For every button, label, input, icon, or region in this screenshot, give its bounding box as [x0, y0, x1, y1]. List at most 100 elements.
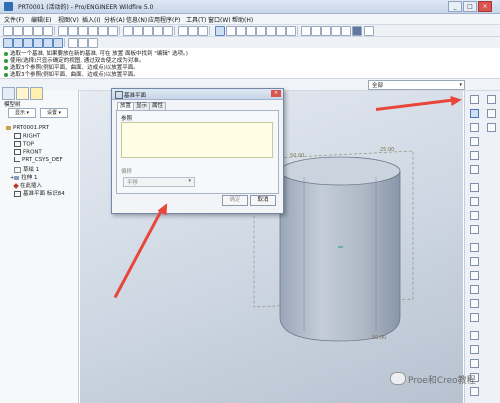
- shaded-icon[interactable]: [33, 38, 43, 48]
- datum-planes-toggle-icon[interactable]: [301, 26, 311, 36]
- translate-dropdown[interactable]: 平移 ▾: [123, 177, 195, 187]
- selection-filter-dropdown[interactable]: 全部 ▾: [368, 80, 465, 90]
- email-icon[interactable]: [43, 26, 53, 36]
- model-info-icon[interactable]: [88, 38, 98, 48]
- datum-points-toggle-icon[interactable]: [321, 26, 331, 36]
- curve-tool-icon[interactable]: [470, 137, 479, 146]
- print-icon[interactable]: [33, 26, 43, 36]
- relations-icon[interactable]: [178, 26, 188, 36]
- csys-tool-icon[interactable]: [487, 123, 496, 132]
- measure-icon[interactable]: [78, 38, 88, 48]
- tree-item-insert-here[interactable]: 在此插入: [13, 181, 42, 189]
- menu-help[interactable]: 帮助(H): [232, 15, 253, 24]
- extrude-tool-icon[interactable]: [470, 183, 479, 192]
- tree-item-right[interactable]: RIGHT: [14, 133, 40, 140]
- round-tool-icon[interactable]: [470, 299, 479, 308]
- enhanced-realism-icon[interactable]: [43, 38, 53, 48]
- cancel-button[interactable]: 取消: [250, 195, 276, 206]
- pattern-tool-icon[interactable]: [470, 345, 479, 354]
- tree-item-extrude[interactable]: + 拉伸 1: [10, 173, 37, 181]
- datum-point-tool-icon[interactable]: [487, 109, 496, 118]
- references-collector[interactable]: [121, 122, 273, 158]
- chamfer-tool-icon[interactable]: [470, 313, 479, 322]
- context-help-icon[interactable]: [364, 26, 374, 36]
- rib-tool-icon[interactable]: [470, 271, 479, 280]
- datum-plane-tool-icon[interactable]: [470, 95, 479, 104]
- hole-tool-icon[interactable]: [470, 243, 479, 252]
- paste-special-icon[interactable]: [108, 26, 118, 36]
- close-window-icon[interactable]: [163, 26, 173, 36]
- sweep-tool-icon[interactable]: [470, 211, 479, 220]
- select-icon[interactable]: [143, 26, 153, 36]
- layers-icon[interactable]: [276, 26, 286, 36]
- menu-tools[interactable]: 工具(T): [186, 15, 206, 24]
- tree-item-csys[interactable]: PRT_CSYS_DEF: [14, 157, 63, 163]
- menu-info[interactable]: 信息(N): [126, 15, 147, 24]
- redo-icon[interactable]: [68, 26, 78, 36]
- favorites-tab[interactable]: [30, 87, 43, 100]
- datum-axis-tool-icon[interactable]: [487, 95, 496, 104]
- tree-item-root[interactable]: PRT0001.PRT: [6, 125, 49, 131]
- shading-icon[interactable]: [352, 26, 362, 36]
- mirror-tool-icon[interactable]: [470, 331, 479, 340]
- tree-item-front[interactable]: FRONT: [14, 149, 42, 156]
- model-display-icon[interactable]: [53, 38, 63, 48]
- tree-item-sketch[interactable]: 草绘 1: [14, 165, 39, 173]
- analysis-tool-icon[interactable]: [470, 165, 479, 174]
- wireframe-icon[interactable]: [3, 38, 13, 48]
- shell-tool-icon[interactable]: [470, 257, 479, 266]
- new-icon[interactable]: [3, 26, 13, 36]
- menu-edit[interactable]: 编辑(E): [31, 15, 51, 24]
- line-tool-icon[interactable]: [470, 123, 479, 132]
- dialog-close-button[interactable]: ×: [271, 90, 281, 97]
- parameters-icon[interactable]: [188, 26, 198, 36]
- app-icon: [4, 2, 13, 11]
- regenerate-icon[interactable]: [123, 26, 133, 36]
- revolve-tool-icon[interactable]: [470, 197, 479, 206]
- merge-tool-icon[interactable]: [470, 359, 479, 368]
- find-icon[interactable]: [133, 26, 143, 36]
- open-icon[interactable]: [13, 26, 23, 36]
- show-dropdown[interactable]: 显示 ▾: [8, 108, 36, 118]
- menu-applications[interactable]: 应用程序(P): [148, 15, 180, 24]
- menu-view[interactable]: 视图(V): [58, 15, 79, 24]
- undo-icon[interactable]: [58, 26, 68, 36]
- reorient-icon[interactable]: [256, 26, 266, 36]
- folder-browser-tab[interactable]: [16, 87, 29, 100]
- draft-tool-icon[interactable]: [470, 285, 479, 294]
- tree-item-top[interactable]: TOP: [14, 141, 34, 148]
- menu-window[interactable]: 窗口(W): [208, 15, 231, 24]
- fit-icon[interactable]: [246, 26, 256, 36]
- ok-button[interactable]: 确定: [222, 195, 248, 206]
- offset-tool-icon[interactable]: [470, 387, 479, 396]
- point-tool-icon[interactable]: [470, 151, 479, 160]
- blend-tool-icon[interactable]: [470, 225, 479, 234]
- zoom-out-icon[interactable]: [236, 26, 246, 36]
- sketch-plane-icon[interactable]: [470, 109, 479, 118]
- menu-insert[interactable]: 插入(I): [82, 15, 100, 24]
- family-table-icon[interactable]: [198, 26, 208, 36]
- copy-icon[interactable]: [88, 26, 98, 36]
- tree-item-datum-plane[interactable]: 基准平面 标识84: [14, 189, 65, 197]
- menu-analysis[interactable]: 分析(A): [104, 15, 125, 24]
- model-tree-tab[interactable]: [2, 87, 15, 100]
- window-icon[interactable]: [153, 26, 163, 36]
- save-icon[interactable]: [23, 26, 33, 36]
- sketch-tool-icon[interactable]: [68, 38, 78, 48]
- csys-toggle-icon[interactable]: [331, 26, 341, 36]
- hidden-line-icon[interactable]: [13, 38, 23, 48]
- close-button[interactable]: ×: [478, 1, 492, 12]
- paste-icon[interactable]: [98, 26, 108, 36]
- repaint-icon[interactable]: [215, 26, 225, 36]
- maximize-button[interactable]: □: [463, 1, 477, 12]
- annotation-toggle-icon[interactable]: [341, 26, 351, 36]
- cut-icon[interactable]: [78, 26, 88, 36]
- menu-file[interactable]: 文件(F): [4, 15, 24, 24]
- settings-dropdown[interactable]: 设置 ▾: [40, 108, 68, 118]
- view-manager-icon[interactable]: [286, 26, 296, 36]
- minimize-button[interactable]: _: [448, 1, 462, 12]
- no-hidden-icon[interactable]: [23, 38, 33, 48]
- zoom-in-icon[interactable]: [226, 26, 236, 36]
- saved-views-icon[interactable]: [266, 26, 276, 36]
- datum-axes-toggle-icon[interactable]: [311, 26, 321, 36]
